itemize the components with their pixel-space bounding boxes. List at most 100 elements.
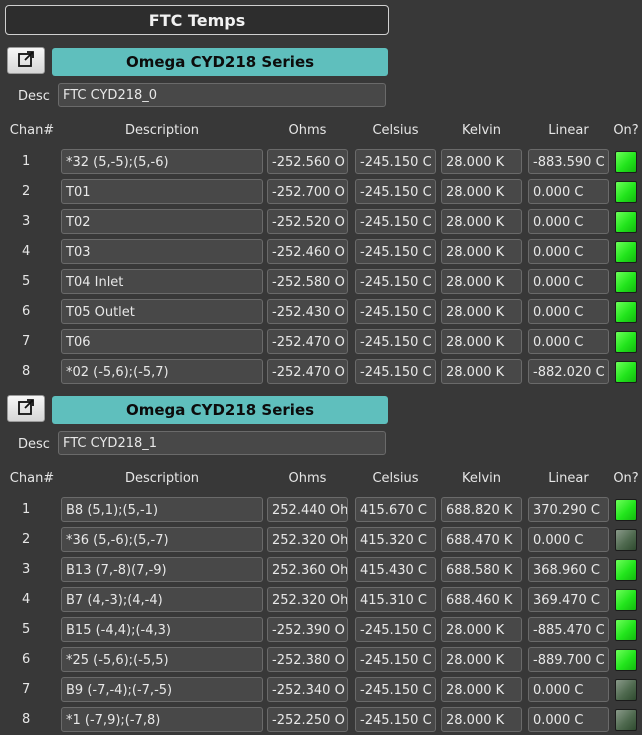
celsius-field[interactable]: 415.310 C [355,587,436,612]
ohms-field[interactable]: -252.380 O [267,647,348,672]
ohms-field[interactable]: -252.390 O [267,617,348,642]
channel-on-indicator[interactable] [615,331,637,353]
linear-field[interactable]: 370.290 C [528,497,609,522]
kelvin-field[interactable]: 28.000 K [441,677,522,702]
channel-description-field[interactable]: *36 (5,-6);(5,-7) [61,527,263,552]
linear-field[interactable]: 0.000 C [528,329,609,354]
celsius-field[interactable]: -245.150 C [355,269,436,294]
popout-button[interactable] [7,47,45,74]
channel-description-field[interactable]: T01 [61,179,263,204]
channel-description-field[interactable]: T03 [61,239,263,264]
kelvin-field[interactable]: 28.000 K [441,359,522,384]
celsius-field[interactable]: -245.150 C [355,149,436,174]
channel-on-indicator[interactable] [615,709,637,731]
channel-description-field[interactable]: *02 (-5,6);(-5,7) [61,359,263,384]
desc-field[interactable]: FTC CYD218_1 [58,431,386,455]
celsius-field[interactable]: 415.320 C [355,527,436,552]
channel-on-indicator[interactable] [615,679,637,701]
channel-on-indicator[interactable] [615,271,637,293]
kelvin-field[interactable]: 28.000 K [441,647,522,672]
ohms-field[interactable]: -252.470 O [267,359,348,384]
kelvin-field[interactable]: 28.000 K [441,239,522,264]
ohms-field[interactable]: -252.560 O [267,149,348,174]
linear-field[interactable]: 369.470 C [528,587,609,612]
celsius-field[interactable]: -245.150 C [355,329,436,354]
ohms-field[interactable]: -252.340 O [267,677,348,702]
kelvin-field[interactable]: 688.580 K [441,557,522,582]
channel-description-field[interactable]: B13 (7,-8)(7,-9) [61,557,263,582]
linear-field[interactable]: -882.020 C [528,359,609,384]
channel-description-field[interactable]: *1 (-7,9);(-7,8) [61,707,263,732]
ohms-field[interactable]: -252.700 O [267,179,348,204]
linear-field[interactable]: 0.000 C [528,179,609,204]
kelvin-field[interactable]: 28.000 K [441,149,522,174]
celsius-field[interactable]: -245.150 C [355,179,436,204]
celsius-field[interactable]: -245.150 C [355,707,436,732]
kelvin-field[interactable]: 28.000 K [441,617,522,642]
linear-field[interactable]: 0.000 C [528,299,609,324]
channel-on-indicator[interactable] [615,529,637,551]
ohms-field[interactable]: -252.460 O [267,239,348,264]
desc-field[interactable]: FTC CYD218_0 [58,83,386,107]
linear-field[interactable]: -885.470 C [528,617,609,642]
linear-field[interactable]: 0.000 C [528,707,609,732]
kelvin-field[interactable]: 28.000 K [441,707,522,732]
linear-field[interactable]: 0.000 C [528,677,609,702]
linear-field[interactable]: -883.590 C [528,149,609,174]
channel-on-indicator[interactable] [615,619,637,641]
channel-on-indicator[interactable] [615,559,637,581]
celsius-field[interactable]: -245.150 C [355,299,436,324]
channel-on-indicator[interactable] [615,589,637,611]
kelvin-field[interactable]: 28.000 K [441,329,522,354]
kelvin-field[interactable]: 688.460 K [441,587,522,612]
channel-description-field[interactable]: B15 (-4,4);(-4,3) [61,617,263,642]
channel-on-indicator[interactable] [615,649,637,671]
kelvin-field[interactable]: 28.000 K [441,269,522,294]
celsius-field[interactable]: 415.430 C [355,557,436,582]
channel-on-indicator[interactable] [615,241,637,263]
channel-description-field[interactable]: T06 [61,329,263,354]
channel-on-indicator[interactable] [615,499,637,521]
linear-field[interactable]: 0.000 C [528,239,609,264]
channel-description-field[interactable]: B7 (4,-3);(4,-4) [61,587,263,612]
ohms-field[interactable]: 252.320 Oh [267,587,348,612]
ohms-field[interactable]: -252.430 O [267,299,348,324]
channel-description-field[interactable]: B8 (5,1);(5,-1) [61,497,263,522]
ohms-field[interactable]: -252.580 O [267,269,348,294]
linear-field[interactable]: -889.700 C [528,647,609,672]
celsius-field[interactable]: -245.150 C [355,677,436,702]
ohms-field[interactable]: -252.470 O [267,329,348,354]
kelvin-field[interactable]: 28.000 K [441,179,522,204]
linear-field[interactable]: 0.000 C [528,527,609,552]
channel-description-field[interactable]: T05 Outlet [61,299,263,324]
celsius-field[interactable]: -245.150 C [355,647,436,672]
channel-description-field[interactable]: *25 (-5,6);(-5,5) [61,647,263,672]
channel-description-field[interactable]: *32 (5,-5);(5,-6) [61,149,263,174]
celsius-field[interactable]: -245.150 C [355,359,436,384]
kelvin-field[interactable]: 28.000 K [441,299,522,324]
celsius-field[interactable]: -245.150 C [355,239,436,264]
celsius-field[interactable]: 415.670 C [355,497,436,522]
linear-field[interactable]: 0.000 C [528,209,609,234]
channel-description-field[interactable]: T04 Inlet [61,269,263,294]
linear-field[interactable]: 368.960 C [528,557,609,582]
channel-on-indicator[interactable] [615,181,637,203]
channel-description-field[interactable]: T02 [61,209,263,234]
channel-on-indicator[interactable] [615,361,637,383]
ohms-field[interactable]: -252.520 O [267,209,348,234]
ftc-temps-title-button[interactable]: FTC Temps [5,5,389,35]
ohms-field[interactable]: -252.250 O [267,707,348,732]
ohms-field[interactable]: 252.440 Oh [267,497,348,522]
ohms-field[interactable]: 252.320 Oh [267,527,348,552]
kelvin-field[interactable]: 688.820 K [441,497,522,522]
popout-button[interactable] [7,395,45,422]
celsius-field[interactable]: -245.150 C [355,209,436,234]
channel-on-indicator[interactable] [615,301,637,323]
kelvin-field[interactable]: 28.000 K [441,209,522,234]
ohms-field[interactable]: 252.360 Oh [267,557,348,582]
kelvin-field[interactable]: 688.470 K [441,527,522,552]
channel-on-indicator[interactable] [615,151,637,173]
channel-on-indicator[interactable] [615,211,637,233]
celsius-field[interactable]: -245.150 C [355,617,436,642]
linear-field[interactable]: 0.000 C [528,269,609,294]
